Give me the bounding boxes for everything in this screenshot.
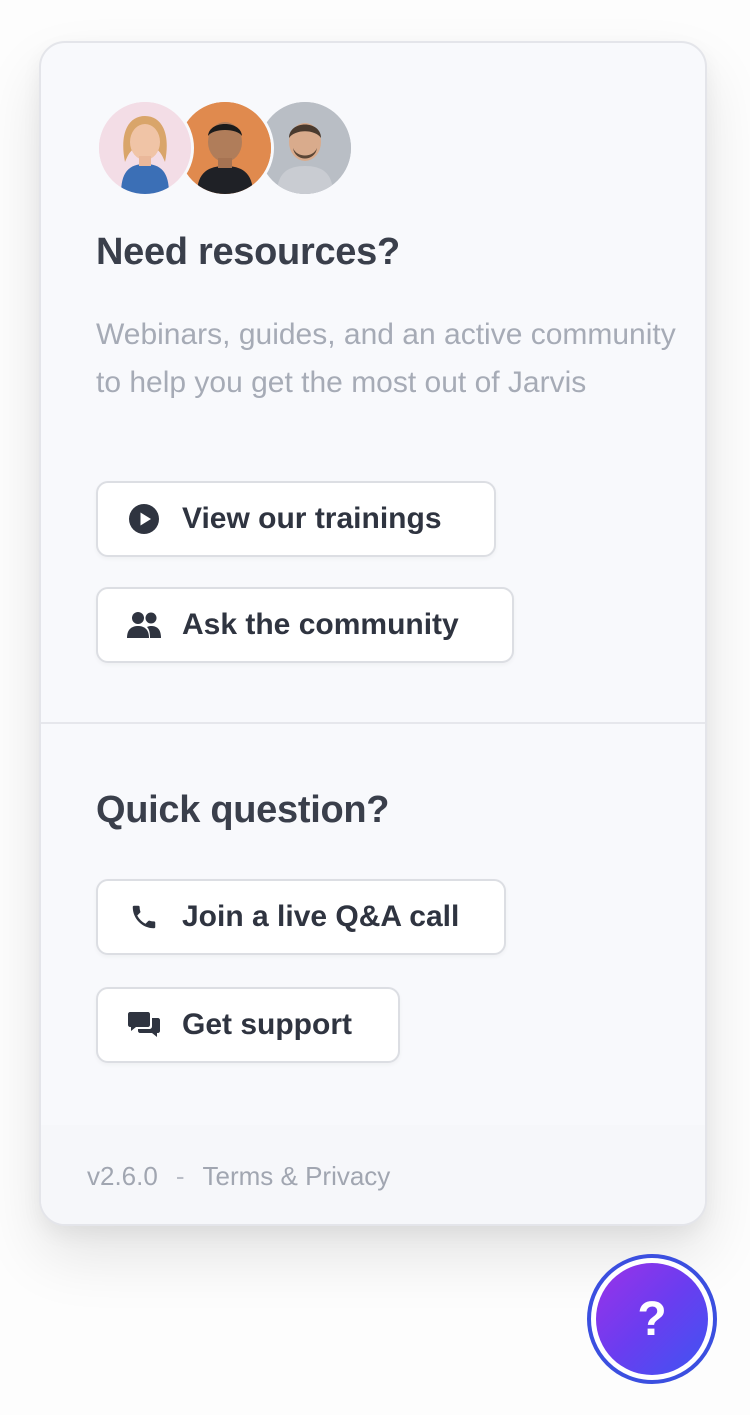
chat-bubbles-icon	[126, 1007, 162, 1043]
people-icon	[126, 607, 162, 643]
view-trainings-label: View our trainings	[182, 502, 442, 535]
join-qa-call-label: Join a live Q&A call	[182, 900, 460, 933]
help-button-label: ?	[637, 1292, 667, 1346]
get-support-label: Get support	[182, 1008, 352, 1041]
play-circle-icon	[126, 501, 162, 537]
resources-description: Webinars, guides, and an active communit…	[96, 318, 676, 399]
section-divider	[41, 722, 705, 724]
resources-heading: Need resources?	[96, 231, 400, 273]
view-trainings-button[interactable]: View our trainings	[96, 481, 496, 557]
team-avatars	[96, 99, 356, 197]
footer-separator: -	[175, 1161, 185, 1191]
phone-icon	[126, 899, 162, 935]
get-support-button[interactable]: Get support	[96, 987, 400, 1063]
panel-footer: v2.6.0 - Terms & Privacy	[41, 1125, 705, 1224]
avatar	[96, 99, 194, 197]
terms-privacy-link[interactable]: Terms & Privacy	[203, 1161, 391, 1192]
ask-community-label: Ask the community	[182, 608, 459, 641]
ask-community-button[interactable]: Ask the community	[96, 587, 514, 663]
resources-panel: Need resources? Webinars, guides, and an…	[39, 41, 707, 1226]
join-qa-call-button[interactable]: Join a live Q&A call	[96, 879, 506, 955]
question-mark-icon: ?	[596, 1263, 708, 1375]
version-label: v2.6.0	[87, 1161, 158, 1191]
help-button[interactable]: ?	[587, 1254, 717, 1384]
quick-question-heading: Quick question?	[96, 789, 390, 831]
resources-section: Need resources? Webinars, guides, and an…	[41, 43, 705, 723]
